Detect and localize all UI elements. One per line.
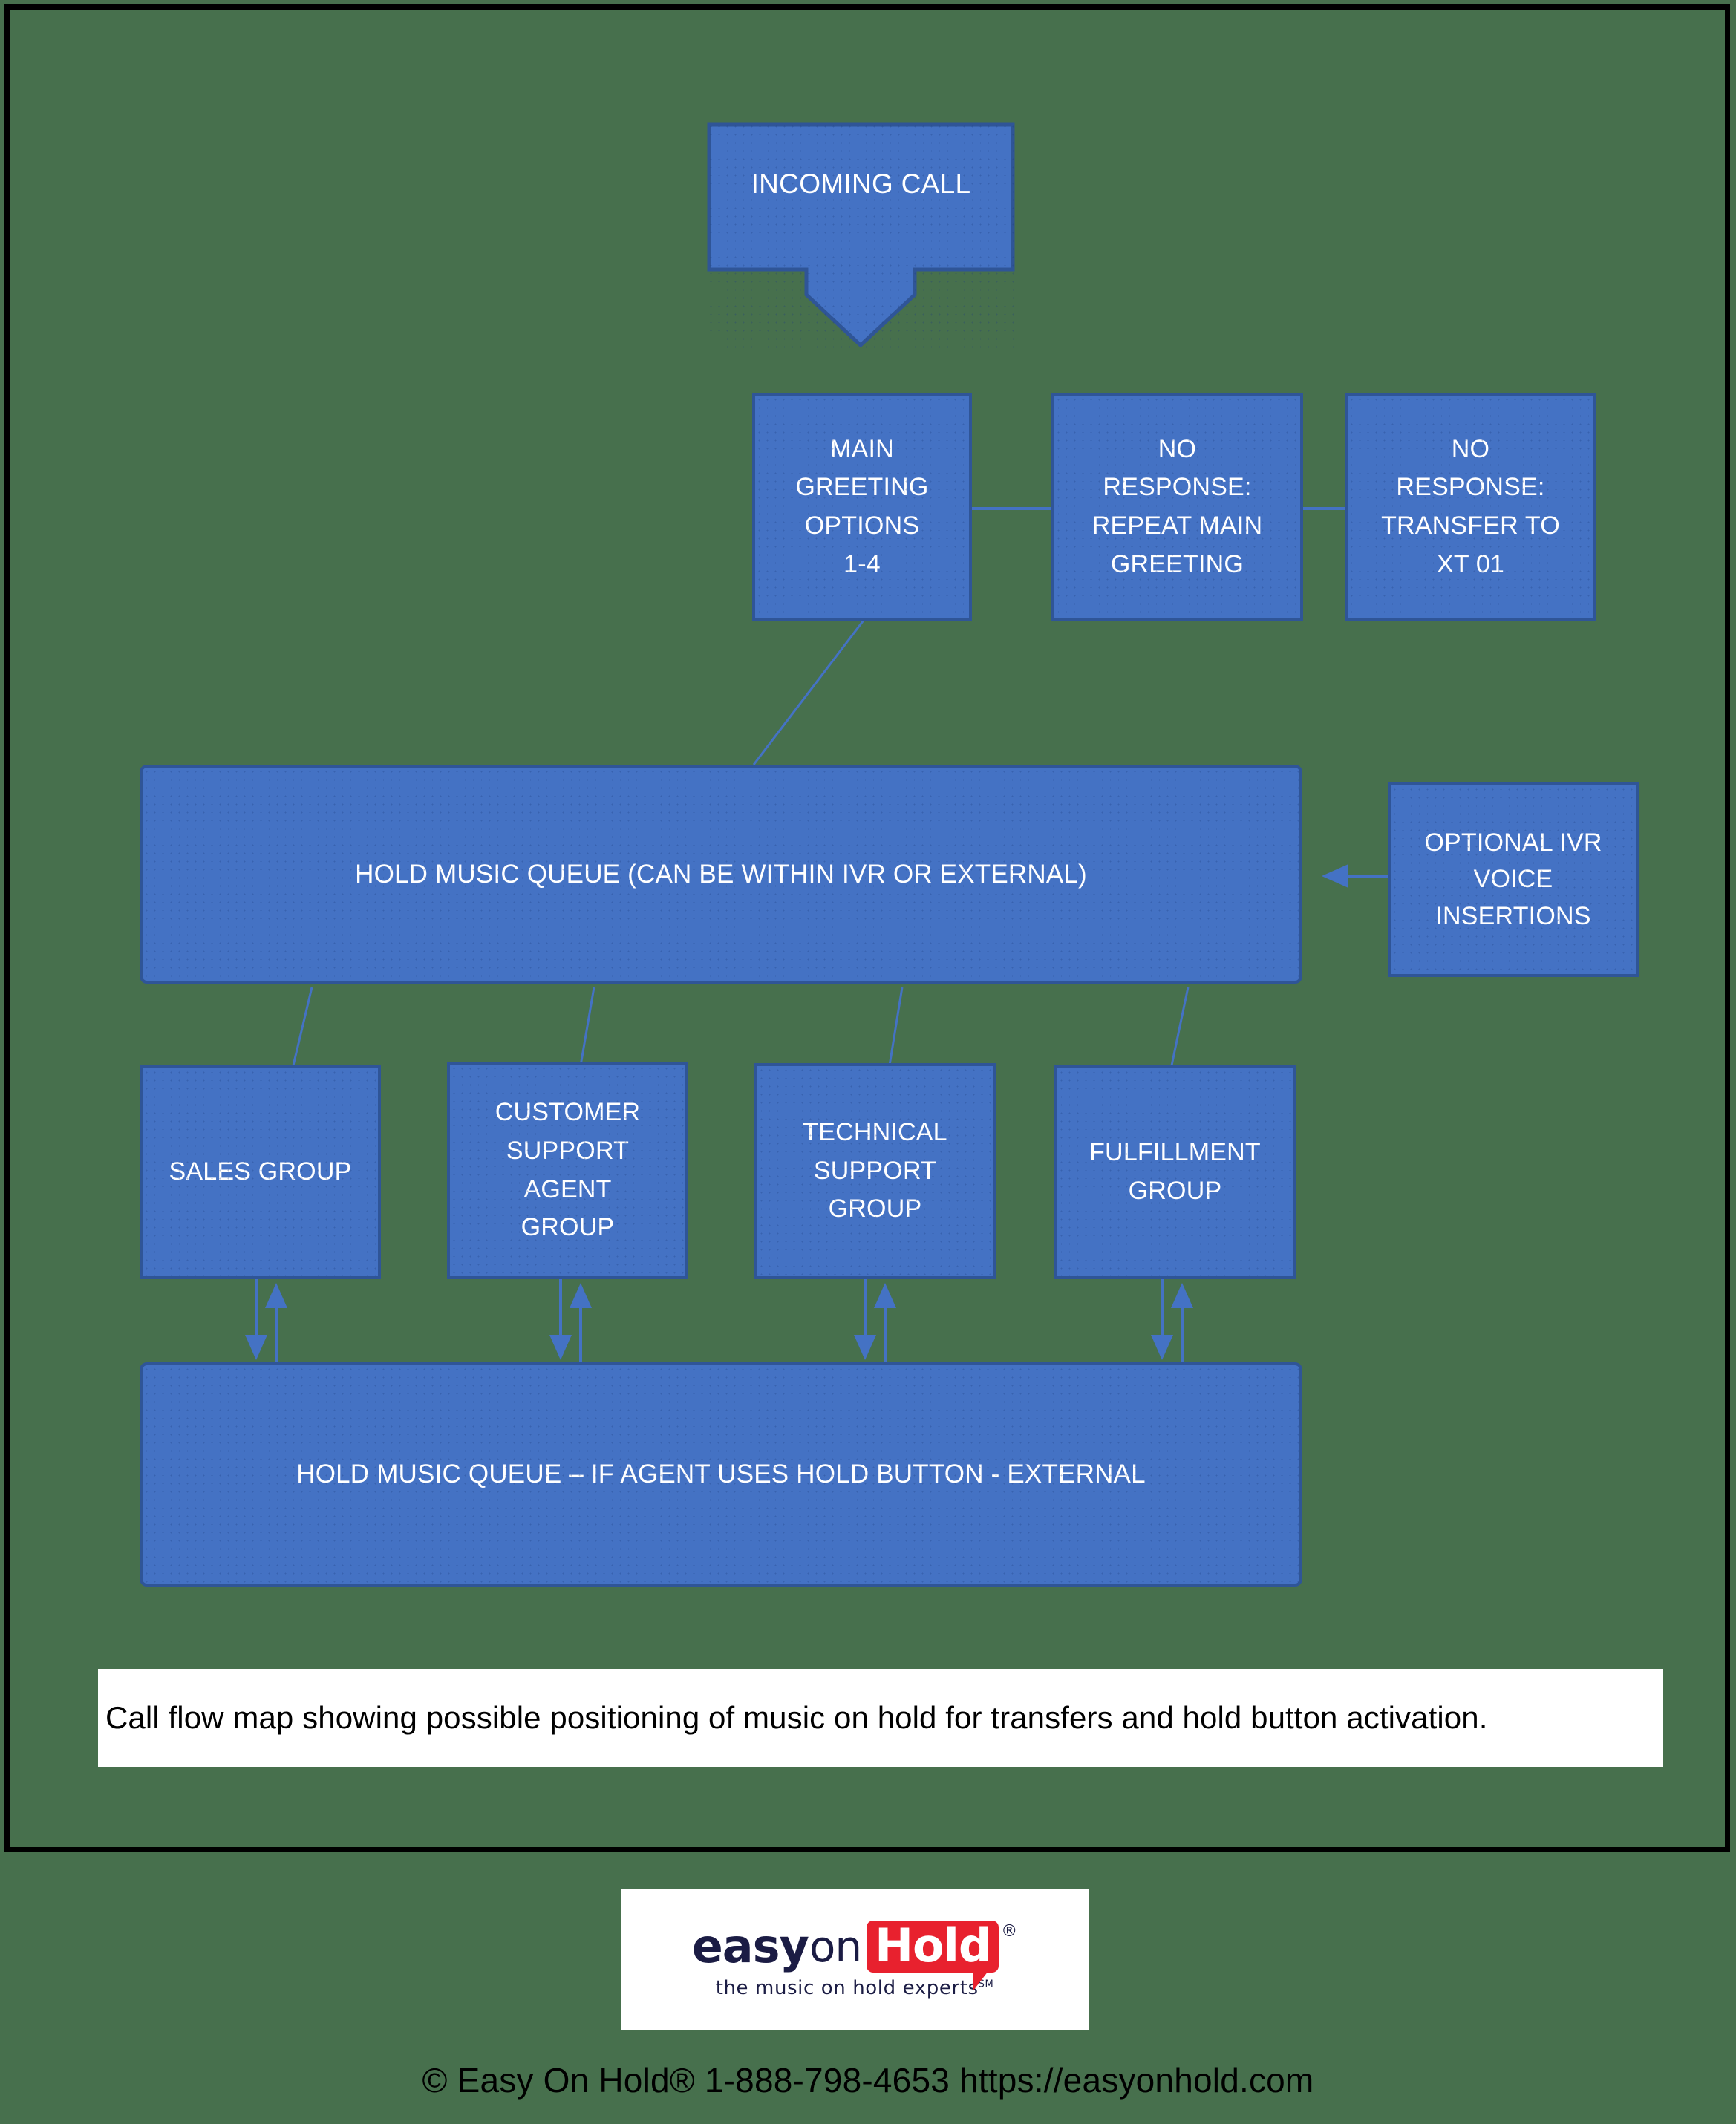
registered-trademark-icon: ® <box>1001 1922 1018 1941</box>
incoming-call-arrow-shape <box>707 122 1015 348</box>
node-hold-music-queue-top[interactable]: HOLD MUSIC QUEUE (CAN BE WITHIN IVR OR E… <box>140 765 1302 984</box>
footer-copyright: © Easy On Hold® 1-888-798-4653 https://e… <box>0 2060 1736 2100</box>
node-optional-ivr-label: OPTIONAL IVR VOICE INSERTIONS <box>1424 828 1602 930</box>
node-hold-music-queue-bottom-label: HOLD MUSIC QUEUE – IF AGENT USES HOLD BU… <box>296 1460 1146 1489</box>
speech-bubble-tail-icon <box>973 1971 989 1990</box>
node-technical-support-group[interactable]: TECHNICAL SUPPORT GROUP <box>754 1063 996 1279</box>
node-fulfillment-group-label: FULFILLMENT GROUP <box>1089 1138 1261 1205</box>
node-no-response-transfer-label: NO RESPONSE: TRANSFER TO XT 01 <box>1381 434 1560 578</box>
node-technical-support-group-label: TECHNICAL SUPPORT GROUP <box>803 1117 947 1223</box>
caption-box: Call flow map showing possible positioni… <box>98 1669 1663 1767</box>
node-no-response-repeat-label: NO RESPONSE: REPEAT MAIN GREETING <box>1091 434 1263 578</box>
connector-customer-support-bidirectional <box>549 1270 592 1366</box>
node-sales-group-label: SALES GROUP <box>169 1157 352 1186</box>
node-optional-ivr[interactable]: OPTIONAL IVR VOICE INSERTIONS <box>1388 782 1639 977</box>
node-incoming-call-label: INCOMING CALL <box>751 169 971 199</box>
node-customer-support-agent-group-label: CUSTOMER SUPPORT AGENT GROUP <box>495 1098 641 1242</box>
logo-wordmark: easy on Hold ® <box>691 1918 1018 1990</box>
node-sales-group[interactable]: SALES GROUP <box>140 1065 381 1279</box>
screenshot-root: INCOMING CALL MAIN GREETING OPTIONS 1-4 … <box>0 0 1736 2124</box>
logo-tagline-text: the music on hold experts <box>715 1977 979 1999</box>
node-no-response-transfer[interactable]: NO RESPONSE: TRANSFER TO XT 01 <box>1345 393 1596 621</box>
logo-hold-text: Hold <box>875 1918 991 1973</box>
logo-tagline: the music on hold expertsSM <box>716 1977 994 1999</box>
footer-copyright-text: © Easy On Hold® 1-888-798-4653 https://e… <box>422 2061 1314 2100</box>
node-no-response-repeat[interactable]: NO RESPONSE: REPEAT MAIN GREETING <box>1051 393 1303 621</box>
caption-text: Call flow map showing possible positioni… <box>105 1700 1488 1735</box>
logo-speech-bubble-icon: Hold <box>867 1918 999 1990</box>
connector-fulfillment-bidirectional <box>1151 1270 1193 1366</box>
node-main-greeting[interactable]: MAIN GREETING OPTIONS 1-4 <box>752 393 972 621</box>
node-fulfillment-group[interactable]: FULFILLMENT GROUP <box>1054 1065 1296 1279</box>
logo-on-text: on <box>809 1921 862 1972</box>
node-customer-support-agent-group[interactable]: CUSTOMER SUPPORT AGENT GROUP <box>447 1062 688 1279</box>
node-main-greeting-label: MAIN GREETING OPTIONS 1-4 <box>795 434 929 578</box>
connector-technical-support-bidirectional <box>854 1270 896 1366</box>
easy-on-hold-logo: easy on Hold ® the music on hold experts… <box>621 1889 1089 2030</box>
node-incoming-call[interactable]: INCOMING CALL <box>707 122 1015 349</box>
logo-easy-text: easy <box>691 1919 809 1973</box>
node-hold-music-queue-top-label: HOLD MUSIC QUEUE (CAN BE WITHIN IVR OR E… <box>355 859 1087 889</box>
node-hold-music-queue-bottom[interactable]: HOLD MUSIC QUEUE – IF AGENT USES HOLD BU… <box>140 1362 1302 1587</box>
connector-sales-bidirectional <box>245 1270 287 1366</box>
